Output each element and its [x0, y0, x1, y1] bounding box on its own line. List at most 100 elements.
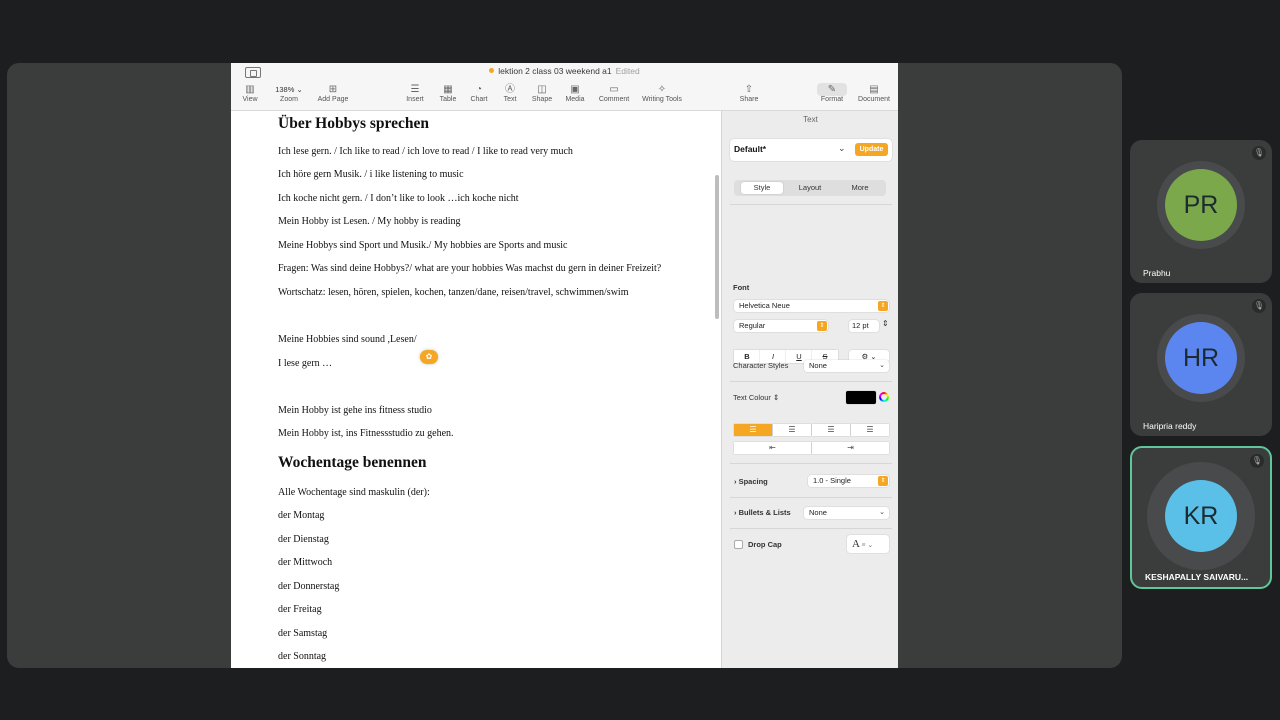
zoom-button[interactable]: 138% ⌄ Zoom — [271, 83, 307, 103]
comment-button[interactable]: ▭ Comment — [595, 83, 633, 103]
chevron-down-icon[interactable]: ⌄ — [838, 143, 846, 154]
chart-icon: ◔ — [475, 84, 483, 95]
mic-muted-icon: 🎙 — [1250, 454, 1264, 468]
heading-hobbies: Über Hobbys sprechen — [278, 115, 430, 132]
tab-layout[interactable]: Layout — [789, 182, 831, 194]
shape-button[interactable]: ◫ Shape — [529, 83, 555, 103]
weekday-item: der Mittwoch — [278, 557, 333, 568]
toolbar: lektion 2 class 03 weekend a1 Edited ▥ Vie… — [231, 63, 898, 111]
text-icon: Ⓐ — [505, 84, 515, 95]
weekday-item: der Montag — [278, 510, 325, 521]
chevron-down-icon: ⌄ — [879, 362, 885, 369]
table-button[interactable]: ▦ Table — [436, 83, 460, 103]
participant-tile[interactable]: 🎙 HR Haripria reddy — [1130, 293, 1272, 436]
unsaved-dot — [489, 68, 495, 73]
panel-title: Text — [803, 115, 818, 124]
table-icon: ▦ — [443, 84, 453, 95]
spacing-disclosure[interactable]: › Spacing — [734, 477, 768, 486]
divider — [730, 528, 892, 529]
format-sidebar: Text Default* ⌄ Update Style Layout More… — [721, 111, 898, 668]
text-colour-well[interactable] — [846, 391, 876, 404]
chart-button[interactable]: ◔ Chart — [468, 83, 490, 103]
doc-line: Ich lese gern. / Ich like to read / ich … — [278, 146, 573, 157]
font-family-select[interactable]: Helvetica Neue ⇕ — [734, 300, 889, 312]
weekday-item: der Dienstag — [278, 534, 329, 545]
document-title: lektion 2 class 03 weekend a1 — [498, 66, 612, 76]
view-button[interactable]: ▥ View — [240, 83, 260, 103]
doc-line: Mein Hobby ist Lesen. / My hobby is read… — [278, 216, 461, 227]
participant-tile-active[interactable]: 🎙 KR KESHAPALLY SAIVARU... — [1130, 446, 1272, 589]
tab-more[interactable]: More — [839, 182, 881, 194]
doc-line: Meine Hobbies sind sound ,Lesen/ — [278, 334, 417, 345]
text-colour-label[interactable]: Text Colour ⇕ — [733, 393, 779, 402]
zoom-value: 138% ⌄ — [275, 85, 303, 94]
decrease-indent-button[interactable]: ⇤ — [734, 442, 811, 454]
participant-name: Haripria reddy — [1143, 421, 1197, 431]
insert-icon: ☰ — [410, 84, 420, 95]
document-page[interactable]: Über Hobbys sprechen Ich lese gern. / Ic… — [231, 111, 721, 668]
add-page-button[interactable]: ⊞ Add Page — [315, 83, 351, 103]
participant-name: KESHAPALLY SAIVARU... — [1145, 572, 1249, 582]
paragraph-style-selector[interactable]: Default* ⌄ Update — [730, 139, 892, 161]
participant-tile[interactable]: 🎙 PR Prabhu — [1130, 140, 1272, 283]
insert-button[interactable]: ☰ Insert — [402, 83, 428, 103]
align-center-button[interactable]: ☰ — [773, 424, 811, 436]
updown-icon: ⇕ — [817, 321, 827, 331]
media-button[interactable]: ▣ Media — [563, 83, 587, 103]
font-size-field[interactable]: 12 pt — [849, 320, 879, 332]
doc-line: Mein Hobby ist gehe ins fitness studio — [278, 405, 432, 416]
character-styles-label: Character Styles — [733, 361, 789, 370]
format-button[interactable]: ✎ Format — [817, 83, 847, 103]
chevron-down-icon: ⌄ — [879, 509, 885, 516]
align-left-button[interactable]: ☰ — [734, 424, 772, 436]
font-weight-select[interactable]: Regular ⇕ — [734, 320, 828, 332]
media-icon: ▣ — [570, 84, 580, 95]
paragraph-style-name: Default* — [734, 144, 767, 154]
bullets-select[interactable]: None ⌄ — [804, 507, 889, 519]
weekday-item: der Freitag — [278, 604, 322, 615]
mic-muted-icon: 🎙 — [1252, 146, 1266, 160]
stepper-icon[interactable]: ⇕ — [882, 319, 889, 328]
participant-name: Prabhu — [1143, 268, 1171, 278]
share-button[interactable]: ⇧ Share — [737, 83, 761, 103]
weekday-item: der Donnerstag — [278, 581, 340, 592]
drop-cap-checkbox[interactable] — [734, 540, 743, 549]
doc-line: Fragen: Was sind deine Hobbys?/ what are… — [278, 263, 662, 274]
text-button[interactable]: Ⓐ Text — [500, 83, 520, 103]
share-icon: ⇧ — [744, 84, 754, 95]
shape-icon: ◫ — [537, 84, 547, 95]
document-button[interactable]: ▤ Document — [854, 83, 894, 103]
divider — [730, 463, 892, 464]
mic-muted-icon: 🎙 — [1252, 299, 1266, 313]
doc-line: I lese gern … — [278, 358, 333, 369]
drop-cap-style-select[interactable]: A ≡ ⌄ — [847, 535, 889, 553]
doc-line: Wortschatz: lesen, hören, spielen, koche… — [278, 287, 629, 298]
increase-indent-button[interactable]: ⇥ — [812, 442, 889, 454]
avatar: HR — [1165, 322, 1237, 394]
avatar: KR — [1165, 480, 1237, 552]
spacing-select[interactable]: 1.0 - Single ⇕ — [808, 475, 889, 487]
add-page-icon: ⊞ — [328, 84, 338, 95]
pages-window: lektion 2 class 03 weekend a1 Edited ▥ Vie… — [231, 63, 898, 668]
tab-style[interactable]: Style — [741, 182, 783, 194]
document-icon: ▤ — [869, 84, 879, 95]
edited-status: Edited — [615, 66, 640, 76]
writing-tools-button[interactable]: ✧ Writing Tools — [638, 83, 686, 103]
justify-button[interactable]: ☰ — [851, 424, 889, 436]
updown-icon: ⇕ — [878, 476, 888, 486]
update-style-button[interactable]: Update — [855, 143, 888, 156]
avatar: PR — [1165, 169, 1237, 241]
window-title: lektion 2 class 03 weekend a1 Edited — [231, 66, 898, 76]
vertical-scrollbar[interactable] — [715, 175, 719, 319]
view-icon: ▥ — [245, 84, 255, 95]
doc-line: Ich koche nicht gern. / I don’t like to … — [278, 193, 519, 204]
divider — [730, 381, 892, 382]
bullets-disclosure[interactable]: › Bullets & Lists — [734, 508, 791, 517]
color-wheel-icon[interactable] — [879, 392, 889, 402]
doc-line: Alle Wochentage sind maskulin (der): — [278, 487, 430, 498]
updown-icon: ⇕ — [878, 301, 888, 311]
format-brush-icon: ✎ — [817, 83, 847, 96]
align-right-button[interactable]: ☰ — [812, 424, 850, 436]
divider — [730, 497, 892, 498]
character-styles-select[interactable]: None ⌄ — [804, 360, 889, 372]
